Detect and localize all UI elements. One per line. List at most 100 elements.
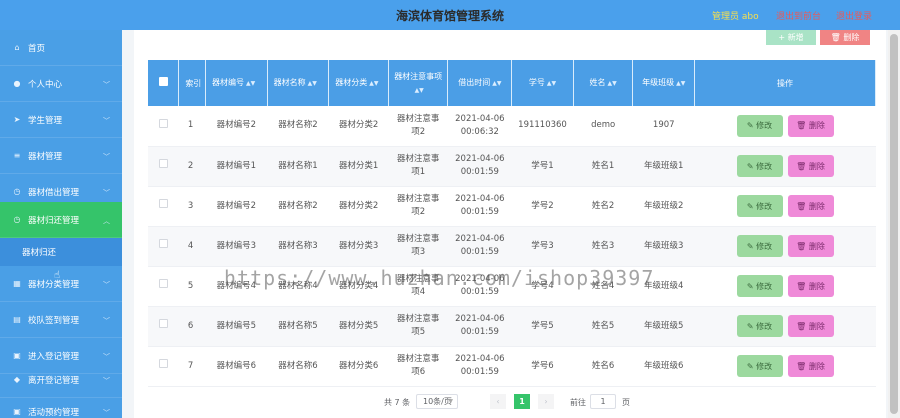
delete-button[interactable]: 🗑 删除 bbox=[787, 315, 834, 337]
row-checkbox[interactable] bbox=[158, 319, 168, 328]
sidebar-item-equipment-category[interactable]: ▦ 器材分类管理 ﹀ bbox=[0, 266, 122, 302]
add-button[interactable]: + 新增 bbox=[766, 30, 816, 45]
column-header-code[interactable]: 器材编号 ▲▼ bbox=[205, 60, 268, 106]
list-icon: ≡ bbox=[13, 151, 21, 160]
chevron-down-icon: ﹀ bbox=[103, 281, 110, 289]
prev-page-button[interactable]: ‹ bbox=[490, 394, 506, 409]
sort-icon[interactable]: ▲▼ bbox=[415, 87, 424, 94]
logout-link[interactable]: 退出登录 bbox=[836, 9, 872, 22]
chevron-down-icon: ﹀ bbox=[103, 153, 110, 161]
edit-button[interactable]: ✎ 修改 bbox=[736, 155, 783, 177]
edit-icon: ✎ bbox=[746, 321, 757, 331]
cell-borrow-time: 2021-04-06 00:01:59 bbox=[447, 186, 512, 227]
column-header-notes[interactable]: 器材注意事项▲▼ bbox=[388, 60, 449, 106]
edit-button[interactable]: ✎ 修改 bbox=[736, 235, 783, 257]
sort-icon[interactable]: ▲▼ bbox=[308, 80, 317, 87]
cell-grade: 1907 bbox=[632, 106, 695, 147]
table-header-row: 索引 器材编号 ▲▼ 器材名称 ▲▼ 器材分类 ▲▼ 器材注意事项▲▼ 借出时间 ▲▼ … bbox=[148, 60, 876, 106]
sidebar-item-home[interactable]: ⌂ 首页 bbox=[0, 30, 122, 66]
scrollbar-thumb[interactable] bbox=[890, 34, 898, 414]
watermark-text: https://www.huzhan.com/ishop39397 bbox=[224, 266, 655, 290]
row-checkbox[interactable] bbox=[158, 118, 168, 128]
cell-index: 6 bbox=[178, 306, 206, 347]
cell-actions: ✎ 修改 🗑 删除 bbox=[694, 266, 876, 307]
sidebar-item-personal-center[interactable]: ● 个人中心 ﹀ bbox=[0, 66, 122, 102]
cell-category: 器材分类2 bbox=[328, 106, 389, 147]
row-checkbox[interactable] bbox=[158, 199, 168, 208]
delete-button[interactable]: 🗑 删除 bbox=[787, 275, 834, 297]
sidebar-item-activity-booking[interactable]: ▣ 活动预约管理 ﹀ bbox=[0, 394, 122, 418]
row-checkbox[interactable] bbox=[158, 279, 168, 288]
column-header-name[interactable]: 器材名称 ▲▼ bbox=[267, 60, 330, 106]
page-number-current[interactable]: 1 bbox=[514, 394, 530, 409]
chevron-left-icon: ‹ bbox=[496, 397, 500, 406]
column-header-category[interactable]: 器材分类 ▲▼ bbox=[328, 60, 389, 106]
delete-button[interactable]: 🗑 删除 bbox=[787, 114, 834, 137]
chevron-down-icon: ﹀ bbox=[103, 189, 110, 197]
chevron-down-icon: ﹀ bbox=[103, 81, 110, 89]
sidebar-item-exit-registration[interactable]: ◆ 离开登记管理 ﹀ bbox=[0, 362, 122, 398]
delete-button[interactable]: 🗑 删除 bbox=[787, 355, 834, 377]
edit-button[interactable]: ✎ 修改 bbox=[736, 275, 783, 297]
column-header-actions: 操作 bbox=[694, 60, 876, 106]
row-checkbox[interactable] bbox=[158, 159, 168, 168]
cell-name: 器材名称2 bbox=[267, 106, 329, 147]
cell-index: 3 bbox=[178, 186, 206, 227]
cell-index: 1 bbox=[178, 106, 206, 147]
sort-icon[interactable]: ▲▼ bbox=[547, 80, 556, 87]
cell-grade: 年级班级1 bbox=[632, 146, 695, 187]
cell-notes: 器材注意事 项2 bbox=[388, 106, 448, 147]
sort-icon[interactable]: ▲▼ bbox=[246, 80, 255, 87]
sort-icon[interactable]: ▲▼ bbox=[492, 80, 501, 87]
sidebar-item-equipment-return[interactable]: ◷ 器材归还管理 ︿ bbox=[0, 202, 122, 238]
edit-button[interactable]: ✎ 修改 bbox=[736, 355, 783, 377]
delete-button[interactable]: 🗑 删除 bbox=[787, 155, 834, 177]
sidebar-item-equipment-management[interactable]: ≡ 器材管理 ﹀ bbox=[0, 138, 122, 174]
edit-icon: ✎ bbox=[746, 201, 757, 211]
cell-index: 7 bbox=[178, 346, 206, 387]
delete-button[interactable]: 🗑 删除 bbox=[787, 235, 834, 257]
edit-button[interactable]: ✎ 修改 bbox=[736, 315, 783, 337]
sort-icon[interactable]: ▲▼ bbox=[676, 80, 685, 87]
sort-icon[interactable]: ▲▼ bbox=[608, 80, 617, 87]
cell-student-name: 姓名3 bbox=[573, 226, 633, 267]
cell-student-name: 姓名2 bbox=[573, 186, 633, 227]
edit-icon: ✎ bbox=[746, 281, 757, 291]
sidebar-item-team-checkin[interactable]: ▤ 校队签到管理 ﹀ bbox=[0, 302, 122, 338]
send-icon: ➤ bbox=[13, 115, 21, 124]
delete-button[interactable]: 🗑 删除 bbox=[787, 195, 834, 217]
cell-student-id: 191110360 bbox=[511, 106, 574, 147]
edit-button[interactable]: ✎ 修改 bbox=[736, 195, 783, 217]
sidebar-item-student-management[interactable]: ➤ 学生管理 ﹀ bbox=[0, 102, 122, 138]
edit-button[interactable]: ✎ 修改 bbox=[736, 114, 783, 137]
cell-actions: ✎ 修改 🗑 删除 bbox=[694, 346, 876, 387]
cell-grade: 年级班级2 bbox=[632, 186, 695, 227]
cell-name: 器材名称2 bbox=[267, 186, 329, 227]
select-all-checkbox[interactable] bbox=[158, 76, 168, 86]
back-to-front-link[interactable]: 退出到前台 bbox=[776, 9, 821, 22]
cell-borrow-time: 2021-04-06 00:01:59 bbox=[447, 226, 512, 267]
row-checkbox[interactable] bbox=[158, 359, 168, 368]
page-size-select[interactable]: 10条/页 ▼ bbox=[416, 394, 458, 409]
cell-student-name: demo bbox=[573, 106, 633, 147]
goto-page-input[interactable]: 1 bbox=[590, 394, 616, 409]
cell-grade: 年级班级3 bbox=[632, 226, 695, 267]
batch-delete-button[interactable]: 🗑 删除 bbox=[820, 30, 870, 45]
cell-category: 器材分类3 bbox=[328, 226, 389, 267]
column-header-grade[interactable]: 年级班级 ▲▼ bbox=[632, 60, 696, 106]
edit-icon: ✎ bbox=[746, 361, 757, 371]
sort-icon[interactable]: ▲▼ bbox=[369, 80, 378, 87]
column-header-student-id[interactable]: 学号 ▲▼ bbox=[511, 60, 574, 106]
row-checkbox[interactable] bbox=[158, 239, 168, 248]
next-page-button[interactable]: › bbox=[538, 394, 554, 409]
submenu-item-equipment-return[interactable]: 器材归还 bbox=[0, 238, 122, 266]
table-row: 3 器材编号2 器材名称2 器材分类2 器材注意事 项2 2021-04-06 00:01:5… bbox=[148, 186, 876, 227]
top-header: 海滨体育馆管理系统 管理员 abo 退出到前台 退出登录 bbox=[0, 0, 900, 30]
vertical-scrollbar[interactable] bbox=[888, 30, 900, 418]
chevron-down-icon: ﹀ bbox=[103, 377, 110, 385]
column-header-student-name[interactable]: 姓名 ▲▼ bbox=[573, 60, 634, 106]
content-panel: + 新增 🗑 删除 索引 器材编号 ▲▼ 器材名称 ▲▼ 器材分类 ▲▼ 器材注意事项… bbox=[134, 30, 886, 418]
row-select-cell bbox=[148, 186, 179, 227]
cell-actions: ✎ 修改 🗑 删除 bbox=[694, 226, 876, 267]
column-header-borrow-time[interactable]: 借出时间 ▲▼ bbox=[447, 60, 513, 106]
